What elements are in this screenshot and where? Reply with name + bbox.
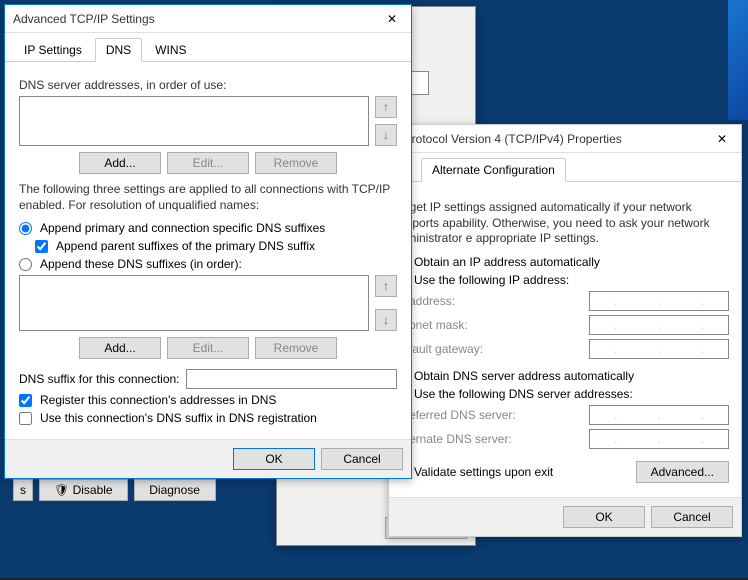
append-these-radio[interactable] (19, 258, 32, 271)
ipv4-explanation: an get IP settings assigned automaticall… (393, 200, 729, 247)
move-down-icon[interactable]: ↓ (375, 309, 397, 331)
preferred-dns-field: ... (589, 405, 729, 425)
diagnose-button[interactable]: Diagnose (134, 479, 216, 501)
use-suffix-checkbox[interactable] (19, 412, 32, 425)
ipv4-titlebar: : Protocol Version 4 (TCP/IPv4) Properti… (389, 125, 741, 153)
ok-button[interactable]: OK (563, 506, 645, 528)
dns-addresses-label: DNS server addresses, in order of use: (19, 78, 397, 92)
dns-suffix-for-connection-label: DNS suffix for this connection: (19, 372, 180, 386)
advanced-button[interactable]: Advanced... (636, 461, 729, 483)
ip-address-field: ... (589, 291, 729, 311)
subnet-field: ... (589, 315, 729, 335)
dns-suffix-listbox[interactable] (19, 275, 369, 331)
register-label: Register this connection's addresses in … (40, 393, 276, 407)
advanced-tcpip-window: Advanced TCP/IP Settings ✕ IP Settings D… (4, 4, 412, 479)
obtain-ip-label: Obtain an IP address automatically (414, 255, 600, 269)
preferred-dns-label: eferred DNS server: (409, 408, 516, 422)
ip-address-label: address: (409, 294, 455, 308)
move-down-icon[interactable]: ↓ (375, 124, 397, 146)
remove-button[interactable]: Remove (255, 152, 337, 174)
validate-label: Validate settings upon exit (414, 465, 553, 479)
add-button[interactable]: Add... (79, 152, 161, 174)
use-suffix-label: Use this connection's DNS suffix in DNS … (40, 411, 317, 425)
move-up-icon[interactable]: ↑ (375, 275, 397, 297)
ipv4-tabstrip: Alternate Configuration (389, 153, 741, 182)
append-parent-label: Append parent suffixes of the primary DN… (56, 239, 315, 253)
tab-alternate-configuration[interactable]: Alternate Configuration (421, 158, 566, 182)
ipv4-title: : Protocol Version 4 (TCP/IPv4) Properti… (397, 132, 622, 146)
advanced-tabstrip: IP Settings DNS WINS (5, 33, 411, 62)
tab-ip-settings[interactable]: IP Settings (13, 38, 93, 62)
dns-suffix-input[interactable] (186, 369, 397, 389)
ok-button[interactable]: OK (233, 448, 315, 470)
ipv4-properties-window: : Protocol Version 4 (TCP/IPv4) Properti… (388, 124, 742, 537)
close-icon[interactable]: ✕ (707, 128, 737, 150)
status-button-fragment[interactable]: s (13, 479, 33, 501)
edit-button[interactable]: Edit... (167, 337, 249, 359)
register-checkbox[interactable] (19, 394, 32, 407)
use-ip-label: Use the following IP address: (414, 273, 569, 287)
dns-addresses-listbox[interactable] (19, 96, 369, 146)
subnet-label: onet mask: (409, 318, 468, 332)
gateway-field: ... (589, 339, 729, 359)
add-button[interactable]: Add... (79, 337, 161, 359)
remove-button[interactable]: Remove (255, 337, 337, 359)
alternate-dns-field: ... (589, 429, 729, 449)
three-settings-text: The following three settings are applied… (19, 182, 397, 213)
use-dns-label: Use the following DNS server addresses: (414, 387, 633, 401)
move-up-icon[interactable]: ↑ (375, 96, 397, 118)
cancel-button[interactable]: Cancel (651, 506, 733, 528)
alternate-dns-label: ernate DNS server: (409, 432, 512, 446)
append-primary-radio[interactable] (19, 222, 32, 235)
append-primary-label: Append primary and connection specific D… (40, 221, 325, 235)
append-these-label: Append these DNS suffixes (in order): (40, 257, 242, 271)
edit-button[interactable]: Edit... (167, 152, 249, 174)
disable-button[interactable]: 🛡 Disable (39, 479, 128, 501)
tab-wins[interactable]: WINS (144, 38, 197, 62)
close-icon[interactable]: ✕ (377, 8, 407, 30)
tab-dns[interactable]: DNS (95, 38, 142, 62)
cancel-button[interactable]: Cancel (321, 448, 403, 470)
append-parent-checkbox[interactable] (35, 240, 48, 253)
gateway-label: fault gateway: (409, 342, 483, 356)
obtain-dns-label: Obtain DNS server address automatically (414, 369, 634, 383)
advanced-title: Advanced TCP/IP Settings (13, 12, 155, 26)
advanced-titlebar: Advanced TCP/IP Settings ✕ (5, 5, 411, 33)
